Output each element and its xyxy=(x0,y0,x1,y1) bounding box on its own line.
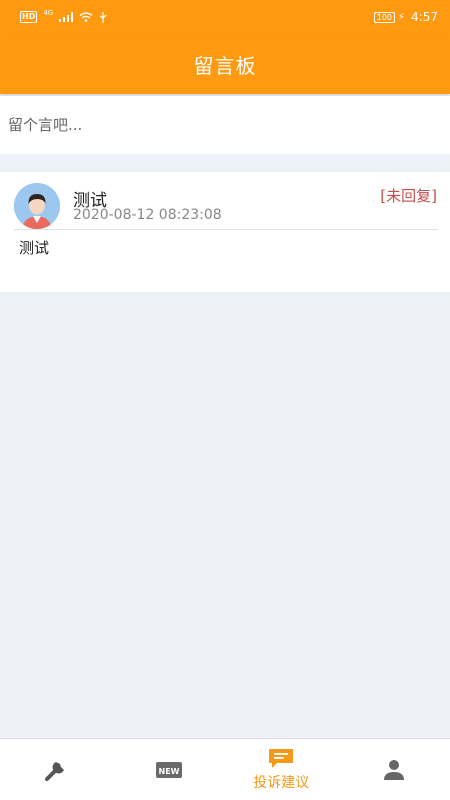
battery-indicator: 100 ⚡ xyxy=(373,11,406,23)
reply-status-badge: [未回复] xyxy=(380,187,437,205)
battery-level: 100 xyxy=(373,11,396,23)
clock: 4:57 xyxy=(411,10,438,24)
network-type: 4G xyxy=(43,9,54,17)
wrench-icon xyxy=(45,759,67,781)
message-timestamp: 2020-08-12 08:23:08 xyxy=(73,207,222,223)
wifi-icon xyxy=(79,12,93,22)
avatar xyxy=(14,183,60,229)
page-title: 留言板 xyxy=(193,53,257,78)
tab-feedback-label: 投诉建议 xyxy=(253,775,310,791)
tab-feedback[interactable]: 投诉建议 xyxy=(225,739,338,800)
status-icons-right: 100 ⚡ 4:57 xyxy=(373,10,438,24)
status-icons-left: HD 4G xyxy=(20,9,107,23)
message-card[interactable]: 测试 2020-08-12 08:23:08 [未回复] 测试 xyxy=(0,172,450,292)
app-header: 留言板 xyxy=(0,34,450,94)
new-badge-icon: NEW xyxy=(155,761,182,778)
compose-bar[interactable] xyxy=(0,96,450,154)
user-avatar-icon xyxy=(14,183,60,229)
tab-tools[interactable] xyxy=(0,739,113,800)
tab-profile[interactable] xyxy=(338,739,450,800)
charging-icon: ⚡ xyxy=(398,11,406,23)
person-icon xyxy=(383,759,404,780)
chat-icon xyxy=(269,749,294,768)
new-badge-text: NEW xyxy=(158,767,179,776)
card-divider xyxy=(14,229,438,230)
message-input[interactable] xyxy=(8,116,438,134)
status-bar: HD 4G 100 ⚡ 4:57 xyxy=(0,0,450,34)
signal-icon xyxy=(59,12,74,22)
usb-icon xyxy=(99,11,107,23)
message-content: 测试 xyxy=(19,239,50,257)
tab-news[interactable]: NEW xyxy=(113,739,226,800)
bottom-tab-bar: NEW 投诉建议 xyxy=(0,738,450,800)
hd-badge: HD xyxy=(20,11,38,23)
